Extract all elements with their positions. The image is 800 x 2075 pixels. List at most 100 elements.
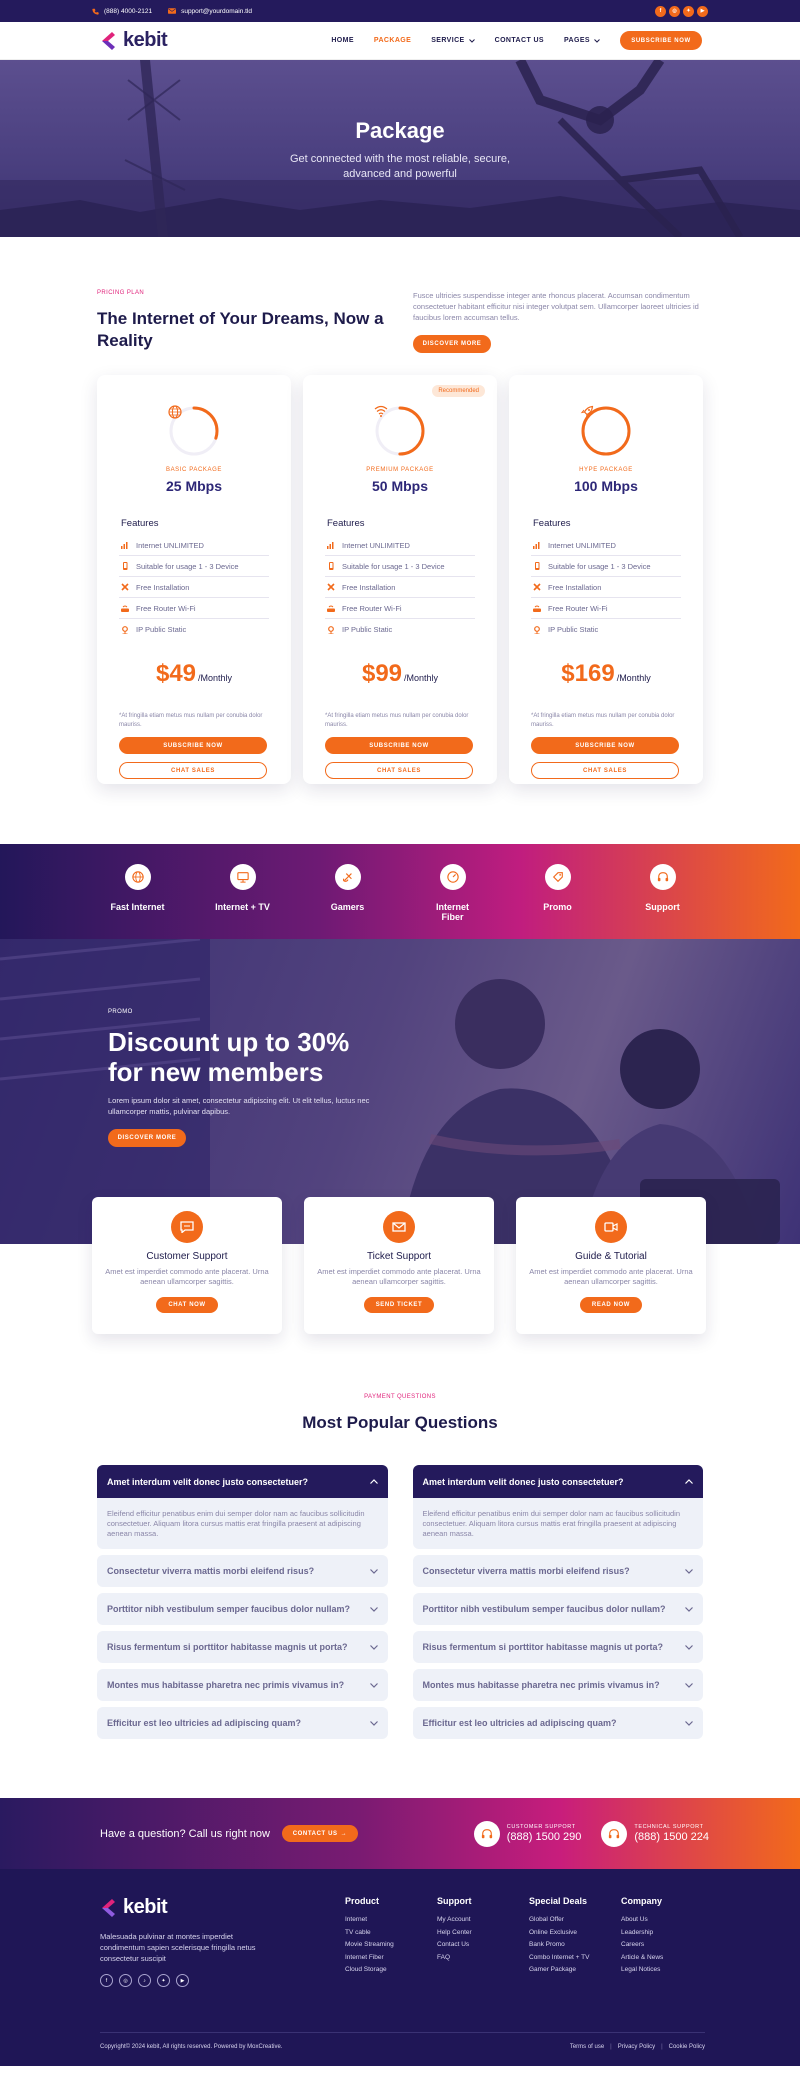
youtube-icon[interactable]: ▶ [697, 5, 708, 17]
footer-link[interactable]: Online Exclusive [529, 1929, 621, 1942]
footer-link[interactable]: Leadership [621, 1929, 713, 1942]
facebook-icon[interactable]: f [100, 1974, 113, 1987]
twitter-icon[interactable]: ✦ [683, 5, 694, 17]
category-internet-tv[interactable]: Internet + TV [215, 864, 271, 939]
customer-support-contact[interactable]: CUSTOMER SUPPORT (888) 1500 290 [473, 1820, 581, 1847]
footer-link[interactable]: TV cable [345, 1929, 437, 1942]
category-label: Gamers [330, 902, 365, 912]
topbar-email[interactable]: support@yourdomain.tld [168, 8, 252, 15]
category-gamers[interactable]: Gamers [320, 864, 376, 939]
topbar-phone[interactable]: (888) 4000-2121 [92, 8, 152, 15]
faq-item[interactable]: Risus fermentum si porttitor habitasse m… [97, 1631, 388, 1663]
chat-sales-button[interactable]: CHAT SALES [531, 762, 679, 779]
faq-title: Most Popular Questions [302, 1413, 498, 1432]
footer-link[interactable]: Careers [621, 1941, 713, 1954]
gamepad-icon [334, 864, 361, 890]
faq-question-open[interactable]: Amet interdum velit donec justo consecte… [412, 1465, 703, 1498]
twitter-icon[interactable]: ✦ [157, 1974, 170, 1987]
faq-item[interactable]: Montes mus habitasse pharetra nec primis… [412, 1669, 703, 1701]
faq-question-text: Montes mus habitasse pharetra nec primis… [422, 1680, 660, 1690]
footer-column-support: Support My Account Help Center Contact Us F… [437, 1896, 529, 1987]
support-card-customer: Customer Support Amet est imperdiet comm… [92, 1197, 282, 1334]
contact-us-button[interactable]: CONTACT US → [281, 1825, 358, 1842]
footer-logo[interactable]: kebit [100, 1896, 345, 1919]
footer-link[interactable]: Combo Internet + TV [529, 1954, 621, 1967]
price-period: /Monthly [198, 673, 233, 683]
faq-question-text: Efficitur est leo ultricies ad adipiscin… [422, 1718, 617, 1728]
technical-support-contact[interactable]: TECHNICAL SUPPORT (888) 1500 224 [601, 1820, 709, 1847]
faq-item[interactable]: Consectetur viverra mattis morbi eleifen… [97, 1555, 388, 1587]
youtube-icon[interactable]: ▶ [176, 1974, 189, 1987]
promo-discover-button[interactable]: DISCOVER MORE [108, 1129, 186, 1147]
price-amount: $99 [361, 660, 403, 687]
discover-more-button[interactable]: DISCOVER MORE [413, 335, 491, 353]
price-amount: $169 [561, 660, 615, 687]
plan-price: $49/Monthly [119, 660, 269, 688]
instagram-icon[interactable]: ◎ [669, 5, 680, 17]
tiktok-icon[interactable]: ♪ [138, 1974, 151, 1987]
faq-question-text: Risus fermentum si porttitor habitasse m… [422, 1642, 664, 1652]
price-period: /Monthly [404, 673, 439, 683]
footer-link[interactable]: FAQ [437, 1954, 529, 1967]
nav-package[interactable]: PACKAGE [374, 37, 411, 44]
tools-icon [121, 583, 129, 591]
footer-link[interactable]: Legal Notices [621, 1966, 713, 1979]
footer-link[interactable]: Gamer Package [529, 1966, 621, 1979]
footer-link[interactable]: Cloud Storage [345, 1966, 437, 1979]
subscribe-now-button[interactable]: SUBSCRIBE NOW [620, 31, 702, 50]
chat-sales-button[interactable]: CHAT SALES [119, 762, 267, 779]
category-internet-fiber[interactable]: Internet Fiber [425, 864, 481, 939]
subscribe-now-button[interactable]: SUBSCRIBE NOW [119, 737, 267, 754]
faq-item[interactable]: Consectetur viverra mattis morbi eleifen… [412, 1555, 703, 1587]
footer-link[interactable]: Movie Streaming [345, 1941, 437, 1954]
cookie-link[interactable]: Cookie Policy [661, 2044, 705, 2050]
footer-bottom-bar: Copyright© 2024 kebit, All rights reserv… [100, 2032, 705, 2050]
footer-link[interactable]: My Account [437, 1916, 529, 1929]
footer-link[interactable]: Help Center [437, 1929, 529, 1942]
footer-link[interactable]: Global Offer [529, 1916, 621, 1929]
nav-pages[interactable]: PAGES [564, 37, 600, 44]
pricing-header: PRICING PLAN The Internet of Your Dreams… [0, 290, 800, 353]
nav-home[interactable]: HOME [331, 37, 354, 44]
chevron-up-icon [369, 1479, 378, 1484]
chevron-down-icon [369, 1682, 378, 1688]
feature-text: Suitable for usage 1 - 3 Device [548, 561, 651, 571]
subscribe-now-button[interactable]: SUBSCRIBE NOW [531, 737, 679, 754]
footer-link[interactable]: Contact Us [437, 1941, 529, 1954]
cta-text: Have a question? Call us right now [100, 1827, 270, 1840]
faq-item[interactable]: Efficitur est leo ultricies ad adipiscin… [97, 1707, 388, 1739]
terms-link[interactable]: Terms of use [570, 2044, 604, 2050]
category-promo[interactable]: Promo [530, 864, 586, 939]
category-label: Internet + TV [215, 902, 270, 912]
privacy-link[interactable]: Privacy Policy [610, 2044, 655, 2050]
read-now-button[interactable]: READ NOW [579, 1297, 643, 1313]
nav-service[interactable]: SERVICE [431, 37, 475, 44]
footer-column-company: Company About Us Leadership Careers Article… [621, 1896, 713, 1987]
subscribe-now-button[interactable]: SUBSCRIBE NOW [325, 737, 473, 754]
send-ticket-button[interactable]: SEND TICKET [363, 1297, 435, 1313]
category-fast-internet[interactable]: Fast Internet [110, 864, 166, 939]
facebook-icon[interactable]: f [655, 5, 666, 17]
nav-contact[interactable]: CONTACT US [495, 37, 544, 44]
nav-contact-label: CONTACT US [494, 37, 544, 44]
footer-link[interactable]: Internet Fiber [345, 1954, 437, 1967]
faq-item[interactable]: Porttitor nibh vestibulum semper faucibu… [412, 1593, 703, 1625]
chat-sales-button[interactable]: CHAT SALES [325, 762, 473, 779]
footer-link[interactable]: Internet [345, 1916, 437, 1929]
footer-link[interactable]: Bank Promo [529, 1941, 621, 1954]
feature-item: IP Public Static [531, 619, 681, 640]
footer-link[interactable]: Article & News [621, 1954, 713, 1967]
faq-item-open: Amet interdum velit donec justo consecte… [412, 1465, 703, 1549]
faq-item[interactable]: Efficitur est leo ultricies ad adipiscin… [412, 1707, 703, 1739]
chat-now-button[interactable]: CHAT NOW [156, 1297, 218, 1313]
faq-item[interactable]: Risus fermentum si porttitor habitasse m… [412, 1631, 703, 1663]
footer-link[interactable]: About Us [621, 1916, 713, 1929]
category-support[interactable]: Support [635, 864, 691, 939]
faq-item[interactable]: Porttitor nibh vestibulum semper faucibu… [97, 1593, 388, 1625]
site-logo[interactable]: kebit [100, 29, 168, 52]
faq-item[interactable]: Montes mus habitasse pharetra nec primis… [97, 1669, 388, 1701]
nav-menu: HOME PACKAGE SERVICE CONTACT US PAGES SU… [331, 31, 702, 50]
instagram-icon[interactable]: ◎ [119, 1974, 132, 1987]
faq-question-open[interactable]: Amet interdum velit donec justo consecte… [97, 1465, 388, 1498]
feature-text: Free Installation [342, 582, 396, 592]
